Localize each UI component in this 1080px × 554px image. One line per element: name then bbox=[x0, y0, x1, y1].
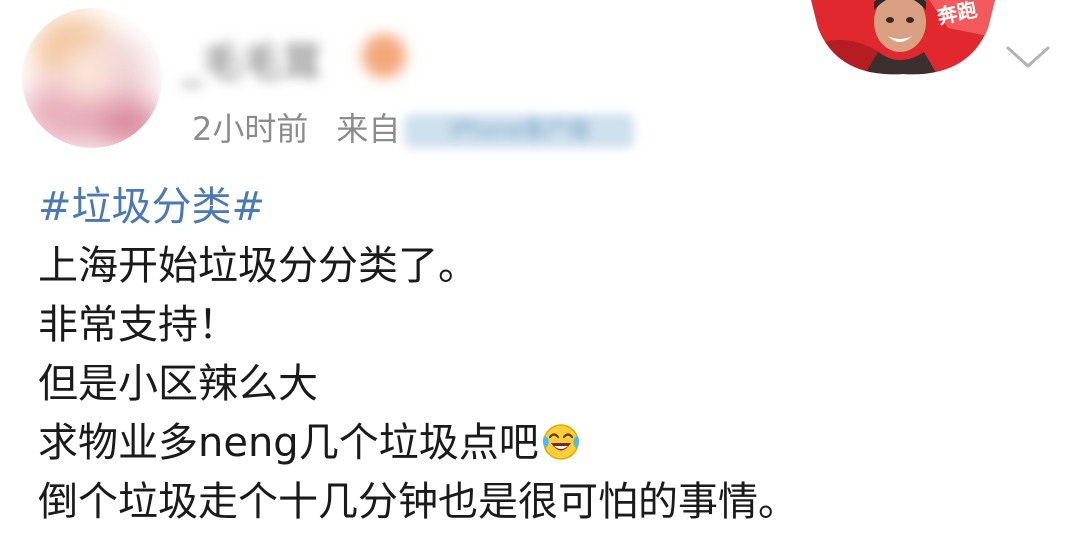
avatar-badge-icon: 奔跑 bbox=[808, 0, 998, 76]
laugh-cry-emoji-icon bbox=[541, 420, 581, 460]
post-source[interactable]: iPhone客户端 bbox=[404, 114, 635, 148]
author-avatar[interactable] bbox=[22, 8, 162, 148]
avatar-blur-part bbox=[62, 48, 112, 98]
content-line-5: 倒个垃圾走个十几分钟也是很可怕的事情。 bbox=[38, 479, 798, 525]
post-content: #垃圾分类# 上海开始垃圾分分类了。 非常支持！ 但是小区辣么大 求物业多nen… bbox=[38, 178, 1058, 532]
username-emoji-icon bbox=[362, 34, 406, 78]
hashtag-link[interactable]: #垃圾分类# bbox=[38, 184, 265, 230]
source-prefix: 来自 bbox=[336, 110, 401, 148]
content-line-2: 非常支持！ bbox=[38, 302, 238, 348]
content-line-4: 求物业多neng几个垃圾点吧 bbox=[38, 414, 1058, 473]
chevron-down-icon[interactable] bbox=[1004, 40, 1052, 74]
post-time: 2小时前 bbox=[192, 110, 309, 148]
content-line-1: 上海开始垃圾分分类了。 bbox=[38, 243, 478, 289]
author-name[interactable]: _毛毛茸 bbox=[182, 30, 322, 88]
content-line-3: 但是小区辣么大 bbox=[38, 361, 318, 407]
content-line-4-text: 求物业多neng几个垃圾点吧 bbox=[38, 420, 539, 466]
hashtag-line: #垃圾分类# bbox=[38, 178, 1058, 237]
avatar-blur-part bbox=[92, 98, 162, 148]
weibo-post: _毛毛茸 2小时前 来自 iPhone客户端 奔跑 #垃圾分类# 上海开始垃圾分… bbox=[0, 0, 1080, 554]
post-meta: 2小时前 来自 iPhone客户端 bbox=[192, 104, 635, 150]
